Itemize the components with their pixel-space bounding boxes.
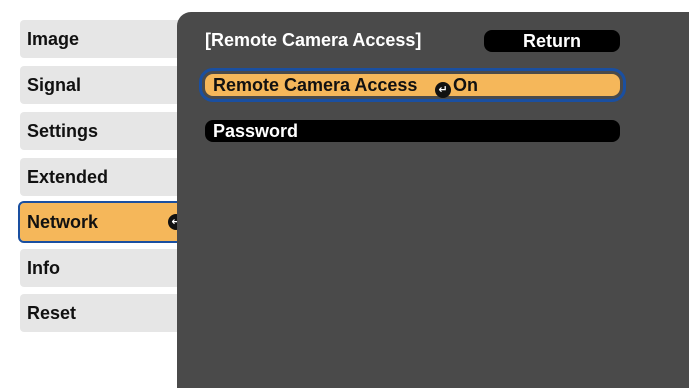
password-option[interactable]: Password bbox=[205, 120, 620, 142]
option-label: Remote Camera Access bbox=[213, 75, 418, 95]
menu-item-extended[interactable]: Extended bbox=[20, 158, 198, 196]
page-title: [Remote Camera Access] bbox=[205, 30, 422, 50]
menu-item-label: Info bbox=[27, 258, 60, 278]
menu-item-network[interactable]: Network ↵ bbox=[18, 201, 194, 243]
menu-item-label: Network bbox=[27, 212, 99, 232]
menu-item-label: Image bbox=[27, 29, 80, 49]
option-value-text: On bbox=[453, 75, 478, 95]
option-value: ↵ On bbox=[435, 74, 478, 98]
enter-icon: ↵ bbox=[435, 82, 451, 98]
menu-item-signal[interactable]: Signal bbox=[20, 66, 198, 104]
remote-camera-access-option[interactable]: Remote Camera Access ↵ On bbox=[199, 68, 626, 102]
option-label: Password bbox=[213, 121, 299, 141]
menu-item-settings[interactable]: Settings bbox=[20, 112, 198, 150]
submenu-panel: [Remote Camera Access] Return Remote Cam… bbox=[177, 12, 689, 388]
main-menu: Image Signal Settings Extended Network ↵… bbox=[0, 0, 200, 388]
menu-item-label: Extended bbox=[27, 167, 109, 187]
menu-item-label: Reset bbox=[27, 303, 77, 323]
return-button[interactable]: Return bbox=[484, 30, 620, 52]
menu-item-info[interactable]: Info bbox=[20, 249, 198, 287]
menu-item-label: Settings bbox=[27, 121, 99, 141]
menu-item-label: Signal bbox=[27, 75, 82, 95]
menu-item-reset[interactable]: Reset bbox=[20, 294, 198, 332]
menu-item-image[interactable]: Image bbox=[20, 20, 198, 58]
